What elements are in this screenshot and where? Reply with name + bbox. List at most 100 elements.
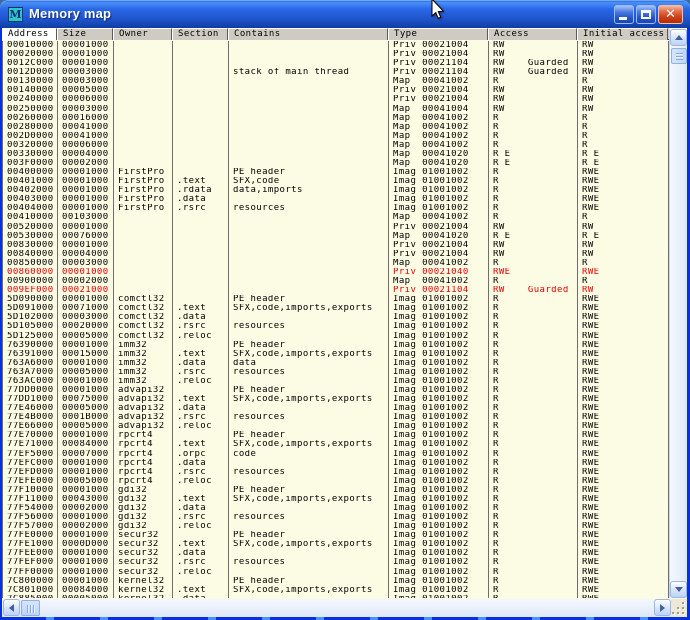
table-row[interactable]: 77E46000 00005000 advapi32 .data Imag 01… (3, 404, 669, 413)
table-row[interactable]: 00404000 00001000 FirstPro .rsrc resourc… (3, 204, 669, 213)
scroll-down-button[interactable] (670, 581, 687, 598)
table-row[interactable]: 77F10000 00001000 gdi32 PE header Imag 0… (3, 486, 669, 495)
cell-access: R (489, 123, 578, 132)
table-row[interactable]: 5D125000 00005000 comctl32 .reloc Imag 0… (3, 332, 669, 341)
table-row[interactable]: 00401000 00001000 FirstPro .text SFX,cod… (3, 177, 669, 186)
table-row[interactable]: 7C801000 00084000 kernel32 .text SFX,cod… (3, 586, 669, 595)
titlebar[interactable]: M Memory map ✕ (0, 0, 690, 28)
cell-initial: RWE (578, 504, 669, 513)
table-row[interactable]: 00330000 00004000 Map 00041020 R E R E (3, 150, 669, 159)
table-row[interactable]: 77F54000 00002000 gdi32 .data Imag 01001… (3, 504, 669, 513)
table-row[interactable]: 77FEF000 00001000 secur32 .rsrc resource… (3, 558, 669, 567)
table-row[interactable]: 77E71000 00084000 rpcrt4 .text SFX,code,… (3, 440, 669, 449)
column-header-contains[interactable]: Contains (228, 28, 388, 40)
cell-access: R (489, 431, 578, 440)
table-row[interactable]: 77EFC000 00001000 rpcrt4 .data Imag 0100… (3, 459, 669, 468)
table-row[interactable]: 00860000 00001000 Priv 00021040 RWE RWE (3, 268, 669, 277)
table-row[interactable]: 009EF000 00021000 Priv 00021104 RW Guard… (3, 286, 669, 295)
table-row[interactable]: 5D090000 00001000 comctl32 PE header Ima… (3, 295, 669, 304)
table-row[interactable]: 5D091000 00071000 comctl32 .text SFX,cod… (3, 304, 669, 313)
table-row[interactable]: 00260000 00016000 Map 00041002 R R (3, 114, 669, 123)
table-row[interactable]: 00250000 00003000 Map 00041004 RW RW (3, 105, 669, 114)
cell-section (173, 386, 229, 395)
cell-type: Imag 01001002 (389, 440, 489, 449)
table-row[interactable]: 00402000 00001000 FirstPro .rdata data,i… (3, 186, 669, 195)
table-row[interactable]: 763A6000 00001000 imm32 .data data Imag … (3, 359, 669, 368)
column-header-owner[interactable]: Owner (113, 28, 172, 40)
maximize-button[interactable] (636, 5, 656, 24)
table-row[interactable]: 77F56000 00001000 gdi32 .rsrc resources … (3, 513, 669, 522)
cell-address: 77F56000 (3, 513, 58, 522)
table-row[interactable]: 00240000 00006000 Priv 00021004 RW RW (3, 95, 669, 104)
horizontal-scroll-thumb[interactable] (21, 600, 40, 616)
table-row[interactable]: 77E70000 00001000 rpcrt4 PE header Imag … (3, 431, 669, 440)
cell-type: Priv 00021104 (389, 68, 489, 77)
table-row[interactable]: 00020000 00001000 Priv 00021004 RW RW (3, 50, 669, 59)
column-header-address[interactable]: Address (2, 28, 57, 40)
cell-owner: comctl32 (114, 313, 173, 322)
table-row[interactable]: 76391000 00015000 imm32 .text SFX,code,i… (3, 350, 669, 359)
table-row[interactable]: 77FEE000 00001000 secur32 .data Imag 010… (3, 549, 669, 558)
window-icon[interactable]: M (8, 7, 23, 22)
table-row[interactable]: 00280000 00041000 Map 00041002 R R (3, 123, 669, 132)
cell-type: Imag 01001002 (389, 468, 489, 477)
cell-size: 00003000 (58, 77, 114, 86)
table-row[interactable]: 77DD0000 00001000 advapi32 PE header Ima… (3, 386, 669, 395)
horizontal-scrollbar[interactable] (2, 599, 671, 617)
table-row[interactable]: 00520000 00001000 Priv 00021004 RW RW (3, 223, 669, 232)
cell-address: 00520000 (3, 223, 58, 232)
table-row[interactable]: 77F57000 00002000 gdi32 .reloc Imag 0100… (3, 522, 669, 531)
table-row[interactable]: 0012C000 00001000 Priv 00021104 RW Guard… (3, 59, 669, 68)
table-row[interactable]: 763AC000 00001000 imm32 .reloc Imag 0100… (3, 377, 669, 386)
cell-address: 00140000 (3, 86, 58, 95)
minimize-button[interactable] (614, 5, 634, 24)
table-row[interactable]: 00410000 00103000 Map 00041002 R R (3, 213, 669, 222)
table-row[interactable]: 002D0000 00041000 Map 00041002 R R (3, 132, 669, 141)
table-row[interactable]: 003F0000 00002000 Map 00041020 R E R E (3, 159, 669, 168)
table-row[interactable]: 00840000 00004000 Priv 00021004 RW RW (3, 250, 669, 259)
column-header-size[interactable]: Size (57, 28, 113, 40)
table-row[interactable]: 7C885000 00005000 kernel32 .data Imag 01… (3, 595, 669, 598)
column-header-section[interactable]: Section (172, 28, 228, 40)
vertical-scrollbar[interactable] (669, 29, 687, 598)
table-row[interactable]: 5D105000 00020000 comctl32 .rsrc resourc… (3, 322, 669, 331)
vertical-scroll-thumb[interactable] (671, 48, 687, 64)
table-row[interactable]: 0012D000 00003000 stack of main thread P… (3, 68, 669, 77)
table-row[interactable]: 00320000 00006000 Map 00041002 R R (3, 141, 669, 150)
table-row[interactable]: 7C800000 00001000 kernel32 PE header Ima… (3, 577, 669, 586)
table-row[interactable]: 77E4B000 0001B000 advapi32 .rsrc resourc… (3, 413, 669, 422)
table-row[interactable]: 00130000 00003000 Map 00041002 R R (3, 77, 669, 86)
table-row[interactable]: 00403000 00001000 FirstPro .data Imag 01… (3, 195, 669, 204)
table-row[interactable]: 77FE0000 00001000 secur32 PE header Imag… (3, 531, 669, 540)
table-row[interactable]: 763A7000 00005000 imm32 .rsrc resources … (3, 368, 669, 377)
table-row[interactable]: 00830000 00001000 Priv 00021004 RW RW (3, 241, 669, 250)
table-row[interactable]: 76390000 00001000 imm32 PE header Imag 0… (3, 341, 669, 350)
table-row[interactable]: 77F11000 00043000 gdi32 .text SFX,code,i… (3, 495, 669, 504)
column-header-initial[interactable]: Initial access (577, 28, 668, 40)
scroll-right-button[interactable] (654, 599, 671, 616)
cell-address: 00402000 (3, 186, 58, 195)
table-row[interactable]: 00140000 00005000 Priv 00021004 RW RW (3, 86, 669, 95)
table-row[interactable]: 00900000 00002000 Map 00041002 R R (3, 277, 669, 286)
table-row[interactable]: 77EF5000 00007000 rpcrt4 .orpc code Imag… (3, 450, 669, 459)
cell-type: Priv 00021004 (389, 86, 489, 95)
close-button[interactable]: ✕ (658, 5, 683, 24)
table-row[interactable]: 77EFD000 00001000 rpcrt4 .rsrc resources… (3, 468, 669, 477)
table-row[interactable]: 77EFE000 00005000 rpcrt4 .reloc Imag 010… (3, 477, 669, 486)
resize-grip[interactable] (671, 599, 687, 617)
table-row[interactable]: 00530000 00076000 Map 00041020 R E R E (3, 232, 669, 241)
table-row[interactable]: 00010000 00001000 Priv 00021004 RW RW (3, 41, 669, 50)
table-row[interactable]: 77FE1000 0000D000 secur32 .text SFX,code… (3, 540, 669, 549)
table-row[interactable]: 77DD1000 00075000 advapi32 .text SFX,cod… (3, 395, 669, 404)
column-header-access[interactable]: Access (488, 28, 577, 40)
table-row[interactable]: 00400000 00001000 FirstPro PE header Ima… (3, 168, 669, 177)
table-row[interactable]: 77E66000 00005000 advapi32 .reloc Imag 0… (3, 422, 669, 431)
scroll-up-button[interactable] (670, 29, 687, 46)
table-row[interactable]: 5D102000 00003000 comctl32 .data Imag 01… (3, 313, 669, 322)
table-row[interactable]: 00850000 00003000 Map 00041002 R R (3, 259, 669, 268)
cell-access: R (489, 350, 578, 359)
cell-type: Map 00041002 (389, 123, 489, 132)
table-row[interactable]: 77FF0000 00001000 secur32 .reloc Imag 01… (3, 568, 669, 577)
scroll-left-button[interactable] (3, 599, 20, 616)
column-header-type[interactable]: Type (388, 28, 488, 40)
